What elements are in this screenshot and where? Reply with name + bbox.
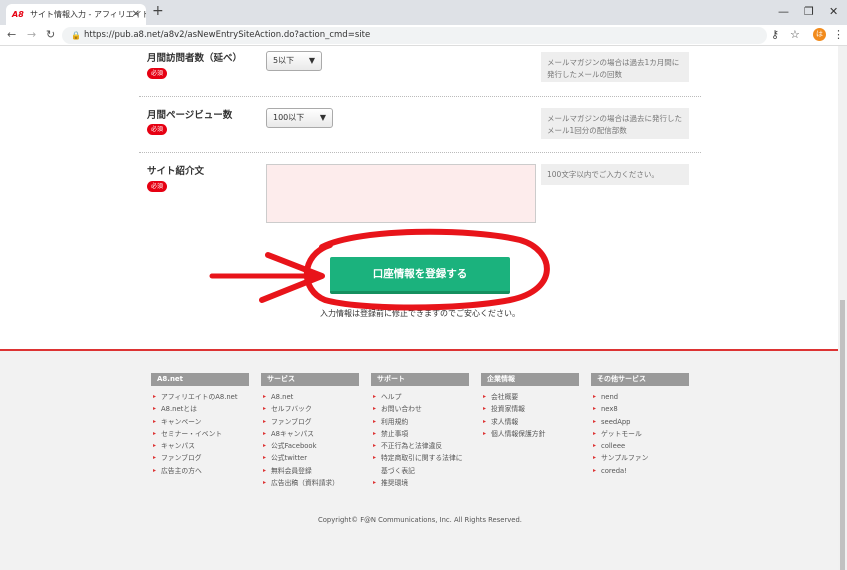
- footer-link[interactable]: nend: [591, 391, 689, 404]
- footer-link[interactable]: 求人情報: [481, 416, 579, 429]
- footer-link[interactable]: 広告出稿（資料請求）: [261, 477, 359, 490]
- minimize-icon[interactable]: —: [778, 5, 789, 18]
- close-tab-icon[interactable]: ✕: [132, 4, 140, 25]
- footer-link[interactable]: nex8: [591, 403, 689, 416]
- browser-tab[interactable]: A8 サイト情報入力 - アフィリエイトのA8.net ✕: [6, 4, 146, 25]
- field-label: 月間ページビュー数: [147, 110, 233, 121]
- footer-link[interactable]: 推奨環境: [371, 477, 469, 490]
- url-input[interactable]: 🔒 https://pub.a8.net/a8v2/asNewEntrySite…: [62, 27, 767, 44]
- footer-link[interactable]: 無料会員登録: [261, 465, 359, 478]
- bookmark-star-icon[interactable]: ☆: [790, 28, 800, 41]
- footer-column-title: サービス: [261, 373, 359, 386]
- url-text: https://pub.a8.net/a8v2/asNewEntrySiteAc…: [84, 30, 371, 40]
- footer-link[interactable]: セミナー・イベント: [151, 428, 249, 441]
- footer-column-title: サポート: [371, 373, 469, 386]
- a8-logo-icon: A8: [12, 10, 24, 19]
- window-close-icon[interactable]: ✕: [829, 5, 838, 18]
- scrollbar-thumb[interactable]: [840, 300, 845, 570]
- notice-text: 入力情報は登録前に修正できますのでご安心ください。: [320, 309, 520, 318]
- profile-avatar[interactable]: は: [813, 28, 826, 41]
- footer-column: 企業情報 会社概要 投資家情報 求人情報 個人情報保護方針: [481, 373, 579, 440]
- help-text: メールマガジンの場合は過去に発行したメール1回分の配信部数: [541, 108, 689, 139]
- restore-icon[interactable]: ❐: [804, 5, 814, 18]
- footer-link[interactable]: coreda!: [591, 465, 689, 478]
- lock-icon: 🔒: [71, 31, 81, 40]
- required-badge: 必須: [147, 181, 168, 192]
- footer-link[interactable]: A8キャンパス: [261, 428, 359, 441]
- footer-column: その他サービス nend nex8 seedApp ゲットモール colleee…: [591, 373, 689, 477]
- field-label: 月間訪問者数（延べ）: [147, 53, 243, 64]
- copyright-text: Copyright© F@N Communications, Inc. All …: [318, 516, 522, 524]
- dropdown-arrow-icon: ▼: [308, 56, 315, 65]
- row-divider: [139, 152, 701, 153]
- footer-link[interactable]: キャンパス: [151, 440, 249, 453]
- footer-link[interactable]: キャンペーン: [151, 416, 249, 429]
- back-icon[interactable]: ←: [7, 28, 16, 41]
- key-icon[interactable]: ⚷: [771, 28, 779, 41]
- footer-link[interactable]: 公式Facebook: [261, 440, 359, 453]
- footer-column: サポート ヘルプ お問い合わせ 利用規約 禁止事項 不正行為と法律違反 特定商取…: [371, 373, 469, 490]
- footer-link[interactable]: 広告主の方へ: [151, 465, 249, 478]
- register-account-button[interactable]: 口座情報を登録する: [330, 257, 510, 294]
- footer-link[interactable]: 個人情報保護方針: [481, 428, 579, 441]
- footer-link[interactable]: セルフバック: [261, 403, 359, 416]
- footer-link[interactable]: アフィリエイトのA8.net: [151, 391, 249, 404]
- select-value: 5以下: [273, 56, 295, 65]
- footer-column-title: A8.net: [151, 373, 249, 386]
- forward-icon[interactable]: →: [27, 28, 36, 41]
- footer-link[interactable]: A8.net: [261, 391, 359, 404]
- visitors-select[interactable]: 5以下 ▼: [266, 51, 322, 71]
- dropdown-arrow-icon: ▼: [319, 113, 326, 122]
- footer-link[interactable]: ゲットモール: [591, 428, 689, 441]
- footer-link[interactable]: seedApp: [591, 416, 689, 429]
- footer-link[interactable]: サンプルファン: [591, 452, 689, 465]
- tab-title: サイト情報入力 - アフィリエイトのA8.net: [30, 10, 146, 19]
- footer-link[interactable]: A8.netとは: [151, 403, 249, 416]
- footer-link[interactable]: 利用規約: [371, 416, 469, 429]
- footer-link[interactable]: 投資家情報: [481, 403, 579, 416]
- footer-column: A8.net アフィリエイトのA8.net A8.netとは キャンペーン セミ…: [151, 373, 249, 477]
- field-label: サイト紹介文: [147, 166, 205, 177]
- required-badge: 必須: [147, 68, 168, 79]
- footer-link[interactable]: ファンブログ: [261, 416, 359, 429]
- footer-column-title: 企業情報: [481, 373, 579, 386]
- new-tab-icon[interactable]: +: [152, 3, 164, 19]
- footer-link[interactable]: 不正行為と法律違反: [371, 440, 469, 453]
- footer-link[interactable]: 公式twitter: [261, 452, 359, 465]
- row-divider: [139, 96, 701, 97]
- reload-icon[interactable]: ↻: [46, 28, 55, 41]
- site-footer: A8.net アフィリエイトのA8.net A8.netとは キャンペーン セミ…: [0, 349, 838, 570]
- help-text: メールマガジンの場合は過去1カ月間に発行したメールの回数: [541, 52, 689, 82]
- site-description-textarea[interactable]: [266, 164, 536, 223]
- footer-link[interactable]: ヘルプ: [371, 391, 469, 404]
- required-badge: 必須: [147, 124, 168, 135]
- annotation-arrow-head: [259, 252, 325, 303]
- menu-kebab-icon[interactable]: ⋮: [833, 28, 844, 41]
- footer-column-title: その他サービス: [591, 373, 689, 386]
- footer-link[interactable]: 会社概要: [481, 391, 579, 404]
- footer-link[interactable]: ファンブログ: [151, 452, 249, 465]
- footer-link[interactable]: colleee: [591, 440, 689, 453]
- footer-link[interactable]: お問い合わせ: [371, 403, 469, 416]
- address-bar: ← → ↻ 🔒 https://pub.a8.net/a8v2/asNewEnt…: [0, 25, 847, 46]
- footer-link[interactable]: 特定商取引に関する法律に基づく表記: [371, 452, 469, 477]
- footer-column: サービス A8.net セルフバック ファンブログ A8キャンパス 公式Face…: [261, 373, 359, 490]
- help-text: 100文字以内でご入力ください。: [541, 164, 689, 185]
- pageviews-select[interactable]: 100以下 ▼: [266, 108, 333, 128]
- browser-titlebar: A8 サイト情報入力 - アフィリエイトのA8.net ✕ + — ❐ ✕: [0, 0, 847, 25]
- footer-link[interactable]: 禁止事項: [371, 428, 469, 441]
- select-value: 100以下: [273, 113, 305, 122]
